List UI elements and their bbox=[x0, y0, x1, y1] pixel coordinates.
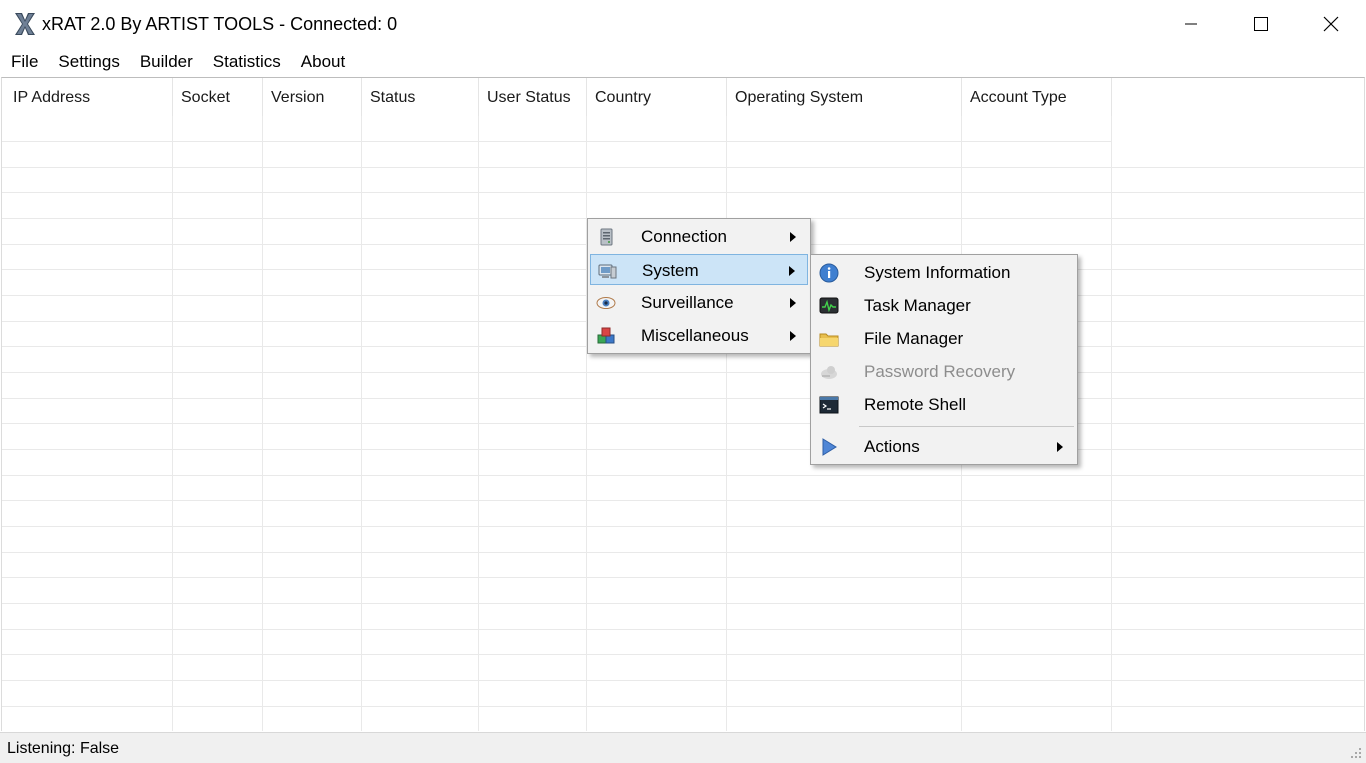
terminal-icon bbox=[819, 396, 839, 414]
monitor-graph-icon bbox=[819, 297, 839, 314]
submenu-arrow-icon bbox=[1057, 442, 1063, 452]
submenu-arrow-icon bbox=[790, 298, 796, 308]
menu-file[interactable]: File bbox=[0, 48, 48, 76]
submenu-item-actions-label: Actions bbox=[864, 437, 920, 456]
play-icon bbox=[822, 438, 837, 456]
column-header-ip-address[interactable]: IP Address bbox=[2, 78, 173, 116]
system-submenu: System Information Task Manager File Man… bbox=[810, 254, 1078, 465]
submenu-arrow-icon bbox=[789, 266, 795, 276]
context-item-surveillance[interactable]: Surveillance bbox=[590, 287, 808, 318]
close-icon bbox=[1323, 16, 1339, 32]
info-icon bbox=[819, 263, 839, 283]
maximize-button[interactable] bbox=[1226, 0, 1296, 48]
context-item-miscellaneous-label: Miscellaneous bbox=[641, 326, 749, 345]
context-item-connection-label: Connection bbox=[641, 227, 728, 246]
cubes-icon bbox=[597, 327, 615, 344]
column-header-country[interactable]: Country bbox=[587, 78, 727, 116]
menu-settings[interactable]: Settings bbox=[48, 48, 129, 76]
submenu-item-task-manager-label: Task Manager bbox=[864, 296, 971, 315]
computer-icon bbox=[598, 264, 617, 279]
clients-list-view[interactable]: IP Address Socket Version Status User St… bbox=[1, 77, 1365, 731]
server-icon bbox=[600, 228, 613, 246]
menu-builder[interactable]: Builder bbox=[130, 48, 203, 76]
submenu-item-file-manager[interactable]: File Manager bbox=[813, 323, 1075, 354]
column-header-user-status[interactable]: User Status bbox=[479, 78, 587, 116]
submenu-arrow-icon bbox=[790, 331, 796, 341]
menu-separator bbox=[859, 426, 1074, 427]
window-title: xRAT 2.0 By ARTIST TOOLS - Connected: 0 bbox=[42, 14, 398, 34]
submenu-item-remote-shell-label: Remote Shell bbox=[864, 395, 967, 414]
menu-bar: File Settings Builder Statistics About bbox=[0, 48, 1366, 76]
menu-about[interactable]: About bbox=[291, 48, 355, 76]
minimize-button[interactable] bbox=[1156, 0, 1226, 48]
close-button[interactable] bbox=[1296, 0, 1366, 48]
key-cloud-icon bbox=[821, 366, 837, 379]
context-item-surveillance-label: Surveillance bbox=[641, 293, 734, 312]
submenu-item-password-recovery-label: Password Recovery bbox=[864, 362, 1016, 381]
minimize-icon bbox=[1185, 23, 1197, 25]
xrat-logo-icon bbox=[15, 13, 35, 35]
resize-grip-icon[interactable] bbox=[1348, 745, 1362, 759]
context-item-system[interactable]: System bbox=[590, 254, 808, 285]
column-header-socket[interactable]: Socket bbox=[173, 78, 263, 116]
context-item-connection[interactable]: Connection bbox=[590, 221, 808, 252]
eye-icon bbox=[596, 297, 616, 309]
context-item-system-label: System bbox=[642, 261, 699, 280]
column-header-operating-system[interactable]: Operating System bbox=[727, 78, 962, 116]
context-item-miscellaneous[interactable]: Miscellaneous bbox=[590, 320, 808, 351]
submenu-item-file-manager-label: File Manager bbox=[864, 329, 964, 348]
maximize-icon bbox=[1254, 17, 1268, 31]
column-header-status[interactable]: Status bbox=[362, 78, 479, 116]
client-context-menu: Connection System Surveillance Miscellan… bbox=[587, 218, 811, 354]
submenu-arrow-icon bbox=[790, 232, 796, 242]
column-header-account-type[interactable]: Account Type bbox=[962, 78, 1112, 116]
folder-icon bbox=[819, 333, 839, 347]
listening-status: Listening: False bbox=[7, 740, 120, 757]
status-bar: Listening: False bbox=[0, 732, 1366, 763]
column-header-version[interactable]: Version bbox=[263, 78, 362, 116]
submenu-item-password-recovery[interactable]: Password Recovery bbox=[813, 356, 1075, 387]
menu-statistics[interactable]: Statistics bbox=[203, 48, 291, 76]
submenu-item-actions[interactable]: Actions bbox=[813, 431, 1075, 462]
submenu-item-system-information[interactable]: System Information bbox=[813, 257, 1075, 288]
list-grid-lines bbox=[2, 116, 1364, 731]
submenu-item-task-manager[interactable]: Task Manager bbox=[813, 290, 1075, 321]
submenu-item-remote-shell[interactable]: Remote Shell bbox=[813, 389, 1075, 420]
submenu-item-system-information-label: System Information bbox=[864, 263, 1011, 282]
title-bar: xRAT 2.0 By ARTIST TOOLS - Connected: 0 bbox=[0, 0, 1366, 48]
